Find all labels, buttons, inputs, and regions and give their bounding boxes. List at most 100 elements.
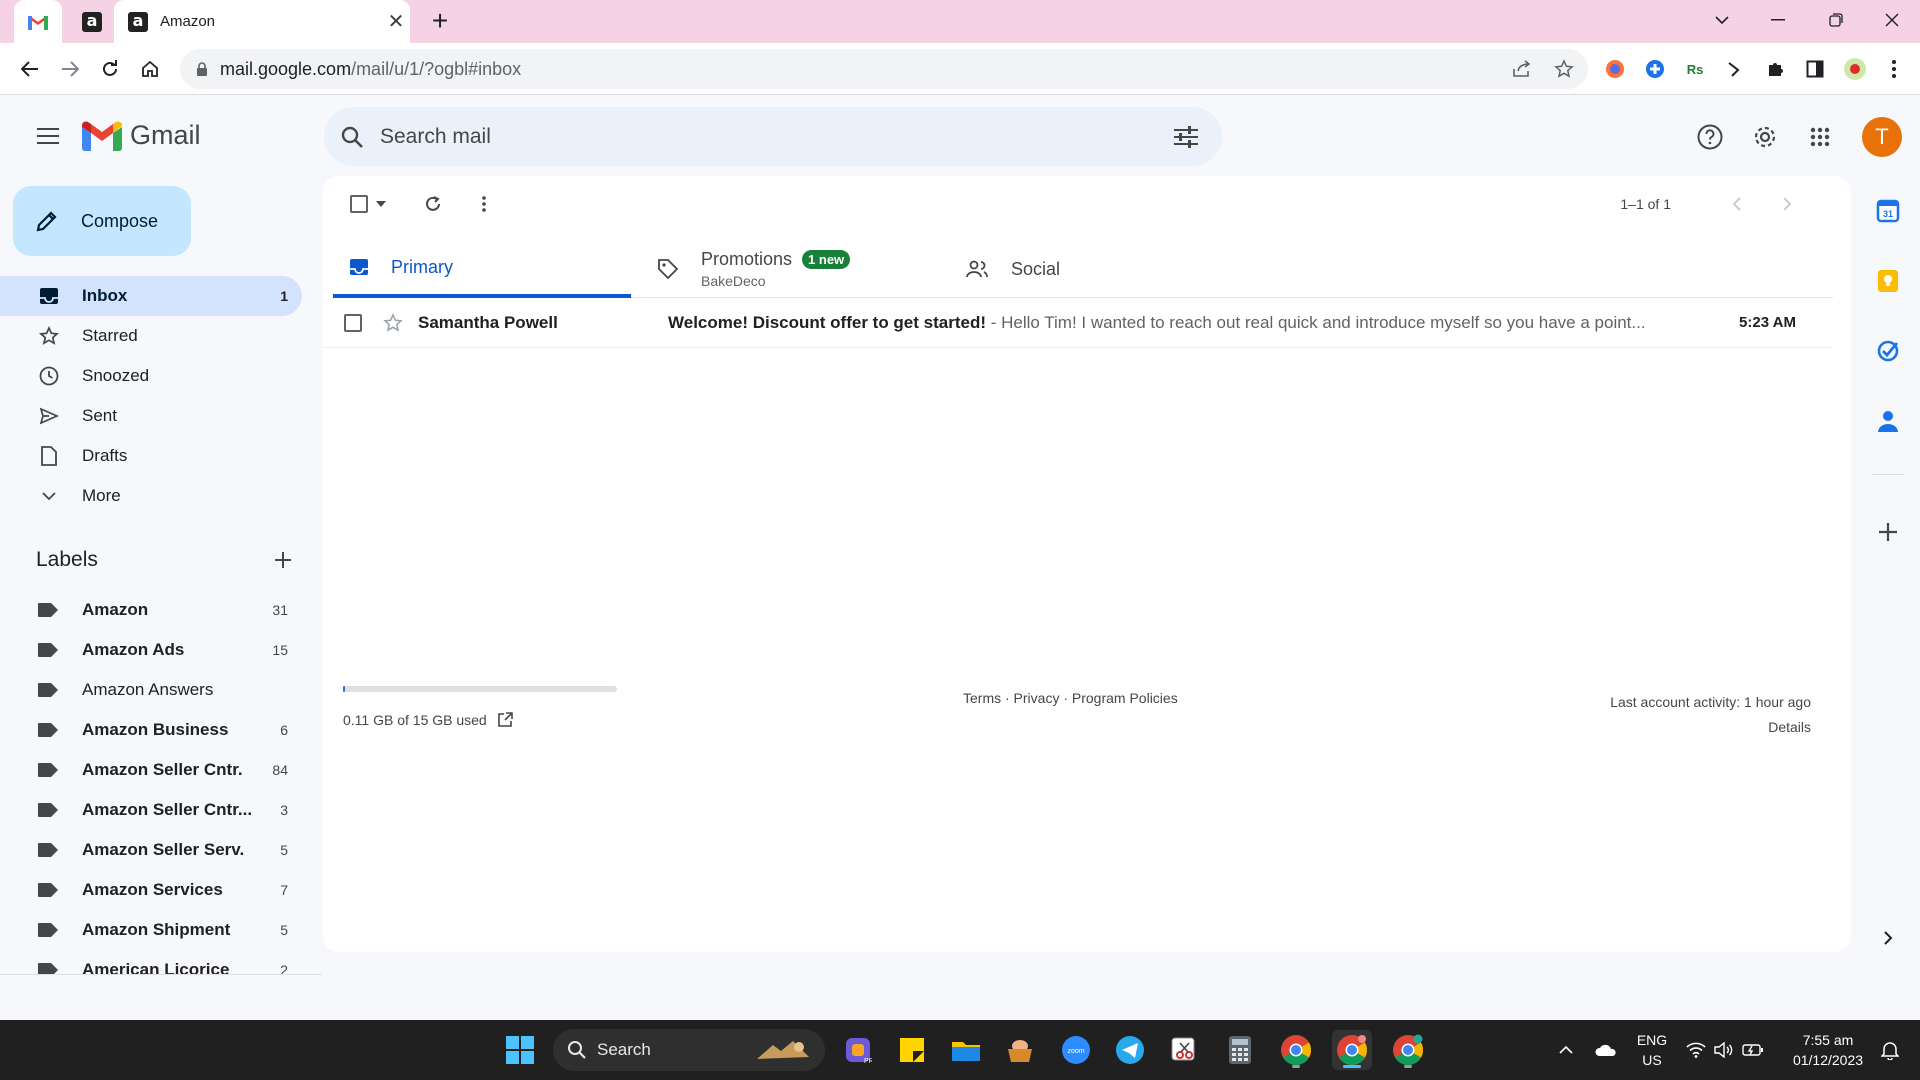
address-bar[interactable]: mail.google.com/mail/u/1/?ogbl#inbox [180,49,1588,89]
reload-button[interactable] [94,53,126,85]
search-options-icon[interactable] [1174,125,1198,148]
get-addons-button[interactable] [1870,514,1906,550]
browser-menu-icon[interactable] [1880,55,1908,83]
footer-links[interactable]: Terms · Privacy · Program Policies [963,690,1178,706]
older-button[interactable] [1769,186,1805,222]
minimize-button[interactable] [1750,0,1806,40]
back-button[interactable] [14,53,46,85]
label-item[interactable]: Amazon Business 6 [0,710,302,750]
extension-firefox-icon[interactable] [1601,55,1629,83]
start-button[interactable] [500,1030,540,1070]
avatar[interactable]: T [1862,117,1902,157]
search-bar[interactable]: Search mail [324,107,1222,166]
star-icon[interactable] [383,312,403,333]
sidebar-divider [0,974,322,975]
forward-button[interactable] [54,53,86,85]
sidebar-item-more[interactable]: More [0,476,302,516]
tab-social[interactable]: Social [949,240,1247,298]
add-label-icon[interactable] [274,551,292,569]
tab-primary[interactable]: Primary [333,240,631,298]
taskbar-chrome-profile-icon[interactable] [1388,1030,1428,1070]
sidebar-item-inbox[interactable]: Inbox 1 [0,276,302,316]
label-item[interactable]: Amazon Seller Serv. 5 [0,830,302,870]
bookmark-star-icon[interactable] [1554,59,1574,79]
label-name: Amazon Seller Cntr... [82,800,253,819]
more-actions-button[interactable] [469,186,499,222]
label-item[interactable]: Amazon 31 [0,590,302,630]
tasks-app-button[interactable] [1870,333,1906,369]
share-icon[interactable] [1512,60,1532,78]
extension-rs-icon[interactable]: Rs [1681,55,1709,83]
details-link[interactable]: Details [1610,715,1811,740]
sidebar-item-sent[interactable]: Sent [0,396,302,436]
sidebar-item-drafts[interactable]: Drafts [0,436,302,476]
keep-app-button[interactable] [1870,263,1906,299]
tab-amazon-active[interactable]: a Amazon ✕ [114,0,410,43]
tab-amazon[interactable]: a [70,0,114,43]
sidebar-item-starred[interactable]: Starred [0,316,302,356]
checkbox-icon [350,195,368,213]
amazon-favicon-icon: a [82,11,102,32]
main-menu-button[interactable] [28,116,68,156]
notifications-button[interactable] [1870,1030,1910,1070]
contacts-app-button[interactable] [1870,403,1906,439]
label-item[interactable]: Amazon Shipment 5 [0,910,302,950]
label-item[interactable]: Amazon Seller Cntr... 3 [0,790,302,830]
taskbar-chrome-icon[interactable] [1276,1030,1316,1070]
calendar-app-button[interactable]: 31 [1870,193,1906,229]
new-tab-button[interactable]: + [424,6,456,38]
onedrive-icon[interactable] [1586,1030,1626,1070]
tab-close-icon[interactable]: ✕ [382,9,410,34]
row-checkbox[interactable] [344,313,362,332]
taskbar-snipping-tool-icon[interactable] [1164,1030,1204,1070]
extensions-puzzle-icon[interactable] [1761,55,1789,83]
extension-blue-icon[interactable] [1641,55,1669,83]
tab-search-button[interactable] [1694,0,1750,40]
taskbar-zoom-icon[interactable]: zoom [1056,1030,1096,1070]
draft-icon [38,445,60,467]
search-icon[interactable] [340,125,364,149]
taskbar-calculator-icon[interactable] [1220,1030,1260,1070]
taskbar-chrome-active-icon[interactable] [1332,1030,1372,1070]
newer-button[interactable] [1719,186,1755,222]
browser-toolbar: mail.google.com/mail/u/1/?ogbl#inbox Rs [0,43,1920,95]
search-input[interactable]: Search mail [380,125,1174,149]
side-panel-icon[interactable] [1801,55,1829,83]
contacts-icon [1878,411,1898,432]
taskbar-telegram-icon[interactable] [1110,1030,1150,1070]
label-item[interactable]: Amazon Seller Cntr. 84 [0,750,302,790]
tab-promotions[interactable]: Promotions 1 new BakeDeco [641,240,939,298]
hide-side-panel-button[interactable] [1870,920,1906,956]
system-tray-status[interactable] [1680,1030,1770,1070]
google-apps-button[interactable] [1800,117,1840,157]
refresh-button[interactable] [415,186,451,222]
label-item[interactable]: American Licorice 2 [0,950,302,974]
taskbar-copilot-icon[interactable]: PRE [838,1030,878,1070]
taskbar-file-explorer-icon[interactable] [946,1030,986,1070]
compose-button[interactable]: Compose [13,186,191,256]
profile-icon[interactable] [1841,55,1869,83]
settings-button[interactable] [1745,117,1785,157]
extension-arrow-icon[interactable] [1721,55,1749,83]
close-window-button[interactable] [1864,0,1920,40]
clock[interactable]: 7:55 am 01/12/2023 [1780,1030,1876,1070]
taskbar-sticky-notes-icon[interactable] [892,1030,932,1070]
input-language[interactable]: ENG US [1630,1030,1674,1070]
taskbar-search[interactable]: Search [553,1029,825,1071]
table-row[interactable]: Samantha Powell Welcome! Discount offer … [323,298,1833,348]
chevron-right-icon [1884,931,1893,945]
open-in-new-icon[interactable] [497,712,513,728]
label-item[interactable]: Amazon Services 7 [0,870,302,910]
label-item[interactable]: Amazon Answers [0,670,302,710]
support-button[interactable] [1690,117,1730,157]
show-hidden-icons-button[interactable] [1546,1030,1586,1070]
gmail-logo[interactable]: Gmail [82,120,201,151]
taskbar-basket-app-icon[interactable] [1000,1030,1040,1070]
tab-gmail[interactable] [14,0,62,43]
label-item[interactable]: Amazon Ads 15 [0,630,302,670]
home-button[interactable] [134,53,166,85]
refresh-icon [426,196,440,211]
restore-button[interactable] [1808,0,1864,40]
sidebar-item-snoozed[interactable]: Snoozed [0,356,302,396]
select-all-checkbox[interactable] [343,186,393,222]
